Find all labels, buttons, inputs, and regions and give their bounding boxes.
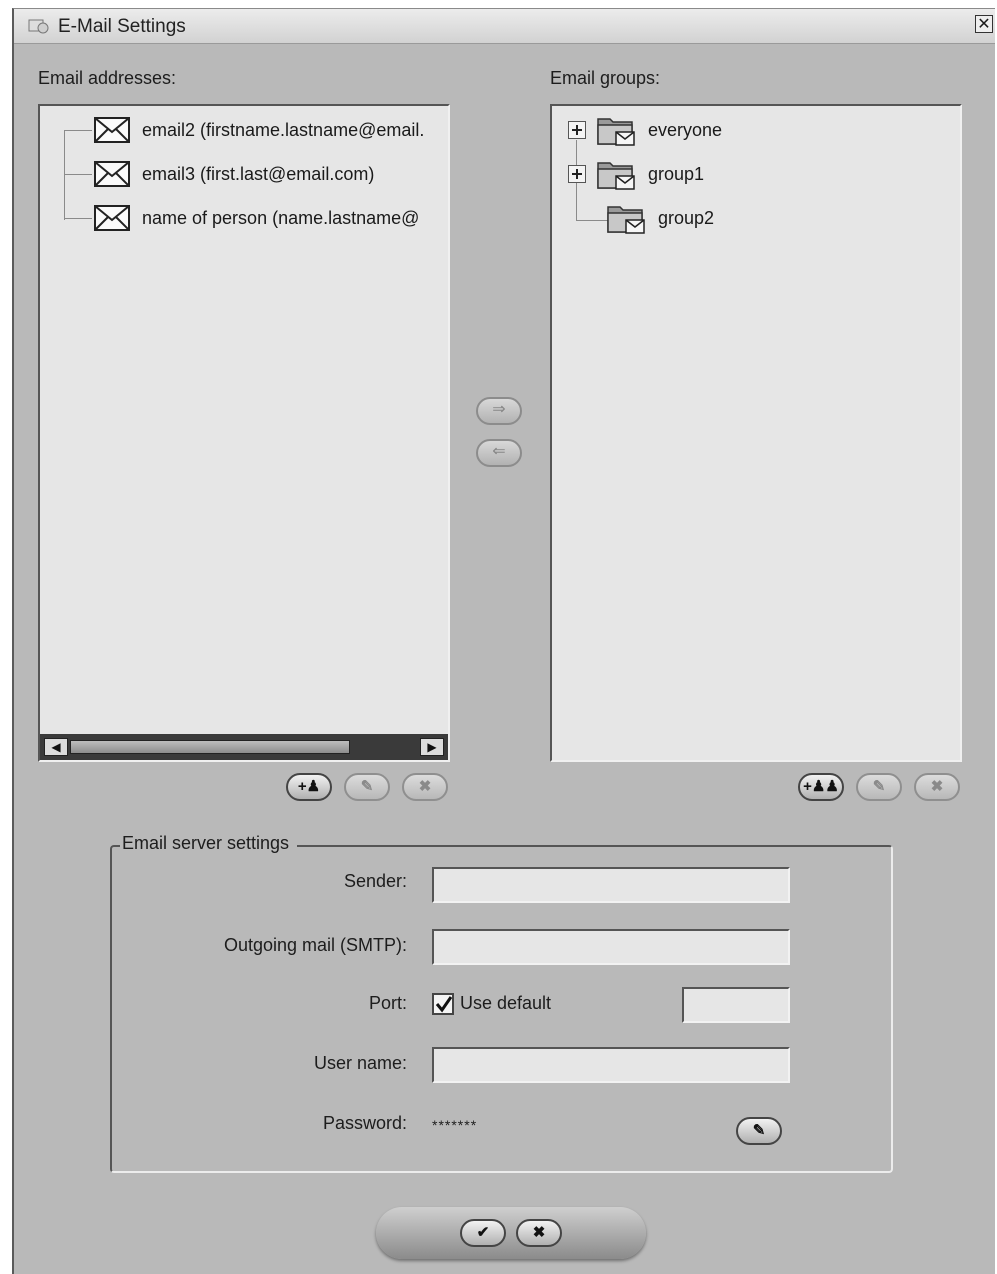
email-groups-tree[interactable]: everyone group1 group2 — [550, 104, 962, 762]
email-addresses-label: Email addresses: — [38, 68, 177, 88]
group-label: everyone — [648, 119, 723, 140]
mail-folder-icon — [597, 118, 635, 146]
mail-folder-icon — [597, 162, 635, 190]
checkmark-icon — [435, 996, 453, 1013]
envelope-icon — [94, 161, 130, 187]
move-left-button[interactable]: ⇐ — [476, 439, 522, 467]
horizontal-scrollbar[interactable]: ◀ ▶ — [40, 734, 448, 760]
scrollbar-thumb[interactable] — [70, 740, 350, 754]
mail-folder-icon — [607, 206, 645, 234]
group-item-group1[interactable]: group1 — [568, 154, 704, 194]
edit-password-button[interactable]: ✎ — [736, 1117, 782, 1145]
close-button[interactable]: ✕ — [975, 15, 993, 33]
delete-email-button[interactable]: ✖ — [402, 773, 448, 801]
email-address-label: email2 (firstname.lastname@email. — [142, 119, 425, 140]
tree-connector — [64, 174, 92, 175]
smtp-label: Outgoing mail (SMTP): — [223, 935, 407, 955]
envelope-icon — [94, 117, 130, 143]
tree-connector — [64, 218, 92, 219]
group-item-group2[interactable]: group2 — [606, 198, 714, 238]
username-label: User name: — [313, 1053, 407, 1073]
footer-button-bar — [376, 1207, 646, 1259]
port-field[interactable] — [682, 987, 790, 1023]
port-label: Port: — [368, 993, 407, 1013]
tree-connector — [64, 130, 65, 220]
settings-app-icon — [28, 17, 50, 35]
use-default-checkbox[interactable] — [432, 993, 454, 1015]
sender-label: Sender: — [343, 871, 407, 891]
smtp-field[interactable] — [432, 929, 790, 965]
email-address-label: name of person (name.lastname@ — [142, 207, 420, 228]
edit-email-button[interactable]: ✎ — [344, 773, 390, 801]
title-bar[interactable]: E-Mail Settings ✕ — [14, 9, 995, 44]
email-server-settings-legend: Email server settings — [120, 833, 298, 854]
move-right-button[interactable]: ⇒ — [476, 397, 522, 425]
ok-button[interactable]: ✔ — [460, 1219, 506, 1247]
password-value: ******* — [432, 1117, 478, 1133]
edit-group-button[interactable]: ✎ — [856, 773, 902, 801]
cancel-button[interactable]: ✖ — [516, 1219, 562, 1247]
delete-group-button[interactable]: ✖ — [914, 773, 960, 801]
group-label: group1 — [648, 163, 705, 184]
tree-connector — [576, 220, 608, 221]
password-label: Password: — [322, 1113, 407, 1133]
add-email-button[interactable]: +♟ — [286, 773, 332, 801]
envelope-icon — [94, 205, 130, 231]
email-address-item[interactable]: email2 (firstname.lastname@email. — [94, 110, 424, 150]
email-groups-label: Email groups: — [550, 68, 661, 88]
group-item-everyone[interactable]: everyone — [568, 110, 722, 150]
scroll-left-button[interactable]: ◀ — [44, 738, 68, 756]
scroll-right-button[interactable]: ▶ — [420, 738, 444, 756]
expand-icon[interactable] — [568, 121, 586, 139]
expand-icon[interactable] — [568, 165, 586, 183]
username-field[interactable] — [432, 1047, 790, 1083]
email-settings-window: E-Mail Settings ✕ Email addresses: email… — [12, 8, 995, 1274]
email-address-label: email3 (first.last@email.com) — [142, 163, 375, 184]
tree-connector — [64, 130, 92, 131]
use-default-label: Use default — [460, 993, 552, 1013]
sender-field[interactable] — [432, 867, 790, 903]
add-group-button[interactable]: +♟♟ — [798, 773, 844, 801]
email-addresses-list[interactable]: email2 (firstname.lastname@email. email3… — [38, 104, 450, 762]
group-label: group2 — [658, 207, 715, 228]
email-address-item[interactable]: email3 (first.last@email.com) — [94, 154, 374, 194]
window-title: E-Mail Settings — [58, 16, 186, 37]
email-address-item[interactable]: name of person (name.lastname@ — [94, 198, 419, 238]
